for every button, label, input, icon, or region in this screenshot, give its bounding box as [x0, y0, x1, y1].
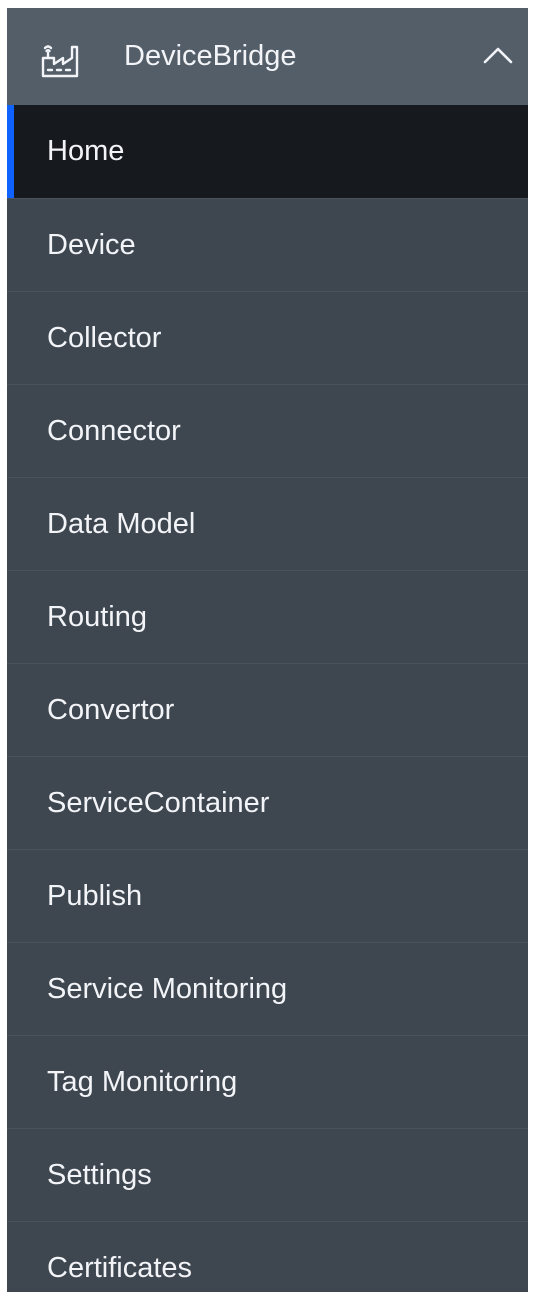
sidebar-item-routing[interactable]: Routing [7, 570, 528, 663]
sidebar-item-certificates[interactable]: Certificates [7, 1221, 528, 1292]
sidebar-item-label: Device [47, 229, 136, 261]
sidebar-item-device[interactable]: Device [7, 198, 528, 291]
sidebar-item-label: ServiceContainer [47, 787, 270, 819]
sidebar-item-service-monitoring[interactable]: Service Monitoring [7, 942, 528, 1035]
sidebar-item-label: Convertor [47, 694, 175, 726]
app-title: DeviceBridge [124, 40, 297, 72]
sidebar-item-label: Collector [47, 322, 162, 354]
sidebar-item-service-container[interactable]: ServiceContainer [7, 756, 528, 849]
chevron-up-icon[interactable] [482, 44, 514, 66]
sidebar-item-home[interactable]: Home [7, 105, 528, 198]
sidebar-item-data-model[interactable]: Data Model [7, 477, 528, 570]
sidebar-item-label: Certificates [47, 1252, 193, 1284]
sidebar-item-label: Home [47, 135, 125, 167]
sidebar-item-convertor[interactable]: Convertor [7, 663, 528, 756]
nav-list: Home Device Collector Connector Data Mod… [7, 105, 528, 1292]
sidebar-item-label: Data Model [47, 508, 196, 540]
factory-icon [38, 43, 82, 79]
sidebar-item-publish[interactable]: Publish [7, 849, 528, 942]
sidebar-item-label: Tag Monitoring [47, 1066, 238, 1098]
sidebar-item-label: Service Monitoring [47, 973, 288, 1005]
sidebar: DeviceBridge Home Device Collector Conne… [7, 8, 528, 1292]
sidebar-item-label: Publish [47, 880, 143, 912]
sidebar-item-settings[interactable]: Settings [7, 1128, 528, 1221]
sidebar-item-connector[interactable]: Connector [7, 384, 528, 477]
sidebar-item-label: Connector [47, 415, 181, 447]
sidebar-item-label: Settings [47, 1159, 152, 1191]
sidebar-item-tag-monitoring[interactable]: Tag Monitoring [7, 1035, 528, 1128]
sidebar-item-label: Routing [47, 601, 147, 633]
sidebar-item-collector[interactable]: Collector [7, 291, 528, 384]
sidebar-header-toggle[interactable]: DeviceBridge [7, 8, 528, 105]
